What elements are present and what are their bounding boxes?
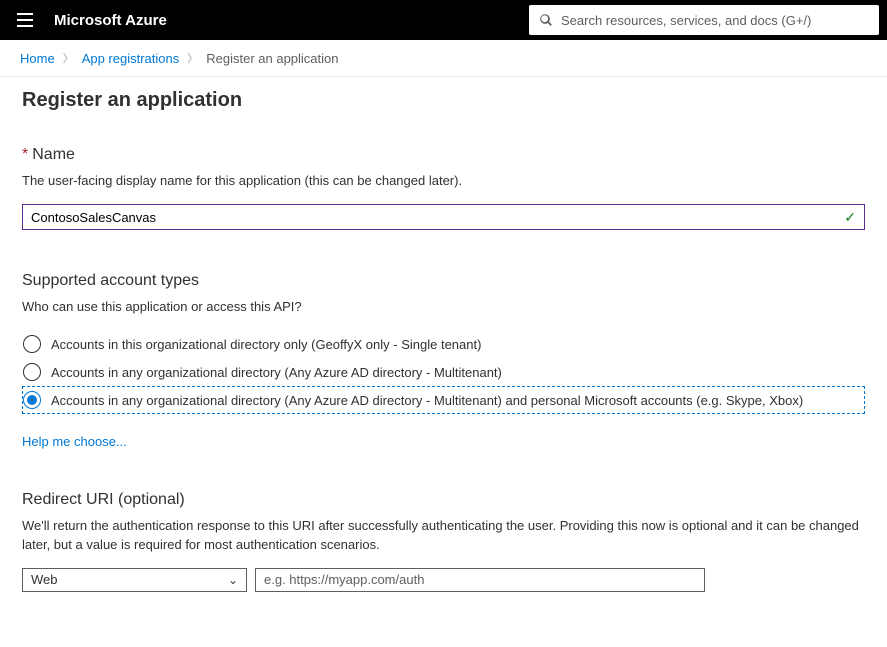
breadcrumb-home[interactable]: Home: [20, 51, 55, 66]
radio-single-tenant[interactable]: Accounts in this organizational director…: [22, 330, 865, 358]
page-content: Register an application *Name The user-f…: [0, 77, 887, 632]
chevron-down-icon: ⌄: [228, 573, 238, 587]
redirect-uri-section: Redirect URI (optional) We'll return the…: [22, 491, 865, 591]
account-types-title: Supported account types: [22, 272, 865, 290]
name-input-wrapper: ✓: [22, 204, 865, 230]
global-search[interactable]: [529, 5, 879, 35]
redirect-uri-desc: We'll return the authentication response…: [22, 517, 865, 553]
chevron-right-icon: 〉: [187, 50, 198, 66]
breadcrumb-app-registrations[interactable]: App registrations: [82, 51, 180, 66]
redirect-uri-title: Redirect URI (optional): [22, 491, 865, 509]
radio-label: Accounts in any organizational directory…: [51, 365, 502, 380]
radio-icon: [23, 391, 41, 409]
menu-button[interactable]: [8, 0, 42, 40]
redirect-uri-row: Web ⌄: [22, 568, 865, 592]
page-title: Register an application: [22, 89, 865, 112]
search-icon: [539, 13, 553, 27]
top-bar: Microsoft Azure: [0, 0, 887, 40]
name-section: *Name The user-facing display name for t…: [22, 146, 865, 230]
hamburger-icon: [17, 13, 33, 27]
required-mark: *: [22, 146, 28, 163]
radio-icon: [23, 363, 41, 381]
account-types-desc: Who can use this application or access t…: [22, 298, 865, 316]
help-me-choose-link[interactable]: Help me choose...: [22, 434, 127, 449]
account-types-radiogroup: Accounts in this organizational director…: [22, 330, 865, 414]
radio-label: Accounts in any organizational directory…: [51, 393, 803, 408]
radio-multitenant-personal[interactable]: Accounts in any organizational directory…: [22, 386, 865, 414]
name-label: *Name: [22, 146, 865, 164]
radio-multitenant[interactable]: Accounts in any organizational directory…: [22, 358, 865, 386]
chevron-right-icon: 〉: [63, 50, 74, 66]
name-description: The user-facing display name for this ap…: [22, 172, 865, 190]
name-input[interactable]: [23, 205, 836, 229]
search-input[interactable]: [561, 13, 869, 28]
breadcrumb: Home 〉 App registrations 〉 Register an a…: [0, 40, 887, 77]
radio-icon: [23, 335, 41, 353]
check-icon: ✓: [836, 209, 864, 226]
breadcrumb-current: Register an application: [206, 51, 338, 66]
radio-label: Accounts in this organizational director…: [51, 337, 481, 352]
platform-selected: Web: [31, 572, 58, 587]
account-types-section: Supported account types Who can use this…: [22, 272, 865, 449]
redirect-uri-input[interactable]: [255, 568, 705, 592]
platform-dropdown[interactable]: Web ⌄: [22, 568, 247, 592]
brand-label: Microsoft Azure: [42, 12, 167, 29]
